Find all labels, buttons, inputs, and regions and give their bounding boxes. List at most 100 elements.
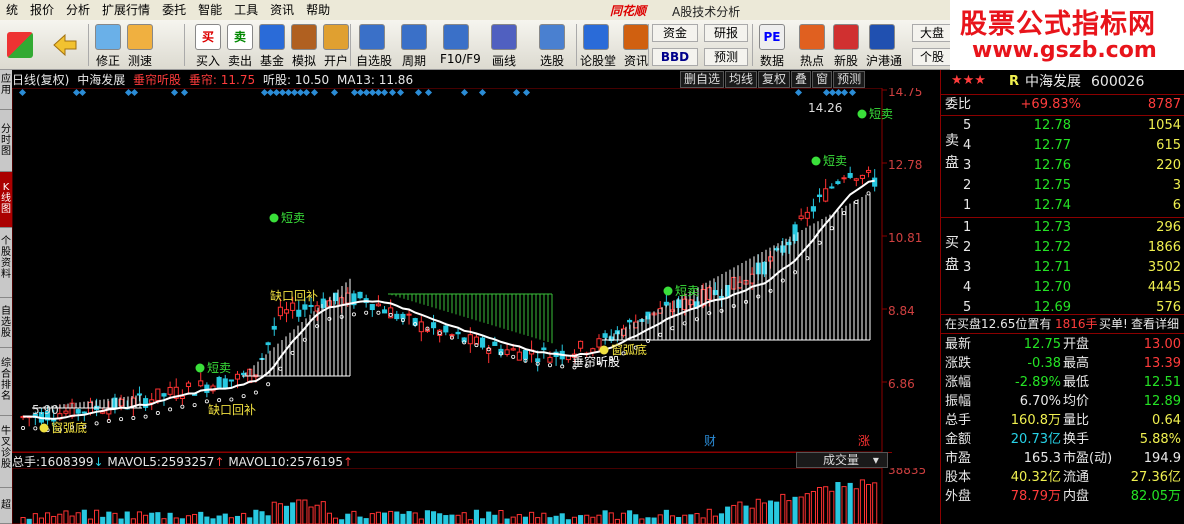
toolbar-button-label: 选股 <box>539 54 564 68</box>
candle-body <box>296 309 302 317</box>
stats-row: 市盈 165.3 市盈(动) 194.9 <box>941 449 1184 468</box>
toolbar-button-14[interactable]: PE 数据 <box>756 22 788 68</box>
order-book-row[interactable]: 3 12.76 220 <box>941 156 1184 176</box>
candle-body <box>706 287 712 300</box>
candle-body <box>302 304 308 310</box>
ipo-icon <box>833 24 859 50</box>
menu-item-help[interactable]: 帮助 <box>300 0 336 20</box>
menu-item-extended[interactable]: 扩展行情 <box>96 0 156 20</box>
tab-watchlist[interactable]: 自选股 <box>0 298 12 348</box>
toolbar-button-9[interactable]: F10/F9 <box>440 22 481 68</box>
order-book-row[interactable]: 2 12.75 3 <box>941 176 1184 196</box>
menu-item-quote[interactable]: 报价 <box>24 0 60 20</box>
toolbar-button-17[interactable]: 沪港通 <box>866 22 902 68</box>
volume-bar <box>743 505 749 524</box>
tab-stock-info[interactable]: 个股资料 <box>0 228 12 298</box>
webi-value: +69.83% <box>1020 97 1081 112</box>
order-lvl: 4 <box>963 280 972 295</box>
volume-bar <box>663 509 669 524</box>
stat-v1: 40.32亿 <box>1010 470 1061 485</box>
candle-body <box>645 311 651 320</box>
back-arrow-icon <box>52 32 78 58</box>
tab-apps[interactable]: 应用 <box>0 70 12 110</box>
volume-bar <box>578 515 584 524</box>
bbd-button[interactable]: BBD <box>652 48 698 66</box>
tab-super[interactable]: 超 <box>0 488 12 524</box>
indicator-name[interactable]: 垂帘听股 <box>133 73 181 87</box>
order-book-row[interactable]: 1 12.74 6 <box>941 196 1184 216</box>
order-book-row[interactable]: 1 12.73 296 <box>941 218 1184 238</box>
candle-body <box>510 348 516 351</box>
research-button[interactable]: 研报 <box>704 24 748 42</box>
volume-chart[interactable]: 38835 <box>12 468 940 524</box>
order-book-row[interactable]: 3 12.71 3502 <box>941 258 1184 278</box>
stat-l2: 最低 <box>1063 375 1090 390</box>
volume-bar <box>198 511 204 524</box>
forecast-button[interactable]: 预测 <box>704 48 748 66</box>
stats-row: 股本 40.32亿 流通 27.36亿 <box>941 468 1184 487</box>
back-button[interactable] <box>48 22 82 68</box>
tab-intraday[interactable]: 分时图 <box>0 110 12 172</box>
toolbar-button-4[interactable]: 基金 <box>256 22 288 68</box>
remove-watchlist-button[interactable]: 删自选 <box>680 71 725 88</box>
toolbar-button-8[interactable]: 周期 <box>398 22 430 68</box>
tab-kline[interactable]: K线图 <box>0 172 12 228</box>
predict-button[interactable]: 预测 <box>833 71 866 88</box>
toolbar-button-10[interactable]: 画线 <box>488 22 520 68</box>
mavol5-value: 2593257 <box>160 455 215 469</box>
volume-bar <box>461 512 467 524</box>
menu-item-news[interactable]: 资讯 <box>264 0 300 20</box>
rise-mark: 涨 <box>858 433 870 448</box>
toolbar-button-11[interactable]: 选股 <box>536 22 568 68</box>
menu-item-smart[interactable]: 智能 <box>192 0 228 20</box>
period-label[interactable]: 日线(复权) <box>12 73 69 87</box>
buy-icon: 买 <box>195 24 221 50</box>
toolbar-button-15[interactable]: 热点 <box>796 22 828 68</box>
tab-ranking[interactable]: 综合排名 <box>0 348 12 416</box>
kline-chart[interactable]: 14.7512.7810.818.846.86短卖短卖短卖短卖短卖窗弧底窗弧底缺… <box>12 88 940 452</box>
toolbar-button-3[interactable]: 卖卖出 <box>224 22 256 68</box>
adjust-button[interactable]: 复权 <box>758 71 791 88</box>
menu-item-trade[interactable]: 委托 <box>156 0 192 20</box>
stat-v1: 160.8万 <box>1010 413 1061 428</box>
volume-bar <box>94 509 100 524</box>
toolbar-button-7[interactable]: 自选股 <box>356 22 392 68</box>
candle-body <box>381 309 388 314</box>
menu-item-tools[interactable]: 工具 <box>228 0 264 20</box>
hot-icon <box>799 24 825 50</box>
overlay-button[interactable]: 叠 <box>791 71 812 88</box>
indicator-select[interactable]: 成交量 ▾ <box>796 452 888 468</box>
app-grid-button[interactable] <box>6 22 34 68</box>
toolbar-button-label: 数据 <box>759 54 784 68</box>
tab-diagnose[interactable]: 牛叉诊股 <box>0 416 12 488</box>
order-price: 12.75 <box>1033 178 1071 193</box>
fund-button[interactable]: 资金 <box>652 24 698 42</box>
brand-logo: 同花顺 <box>610 4 647 18</box>
volume-bar <box>700 517 706 524</box>
stat-l2: 最高 <box>1063 356 1090 371</box>
toolbar-button-0[interactable]: 修正 <box>92 22 124 68</box>
stock-button[interactable]: 个股 <box>912 48 952 66</box>
toolbar-button-2[interactable]: 买买入 <box>192 22 224 68</box>
ma-button[interactable]: 均线 <box>725 71 758 88</box>
toolbar-button-1[interactable]: 测速 <box>124 22 156 68</box>
volume-bar <box>345 513 351 524</box>
volume-bar <box>633 514 639 524</box>
menu-item-analysis[interactable]: 分析 <box>60 0 96 20</box>
detail-link[interactable]: 查看详细 <box>1131 314 1179 334</box>
watermark: 股票公式指标网 www.gszb.com <box>950 0 1184 70</box>
order-book-row[interactable]: 4 12.77 615 <box>941 136 1184 156</box>
toolbar-button-16[interactable]: 新股 <box>830 22 862 68</box>
toolbar-button-12[interactable]: 论股堂 <box>580 22 616 68</box>
order-book-row[interactable]: 2 12.72 1866 <box>941 238 1184 258</box>
market-button[interactable]: 大盘 <box>912 24 952 42</box>
volume-bar <box>253 509 259 524</box>
volume-bar <box>829 490 835 524</box>
order-book-row[interactable]: 5 12.78 1054 <box>941 116 1184 136</box>
order-book-row[interactable]: 4 12.70 4445 <box>941 278 1184 298</box>
toolbar-button-6[interactable]: 开户 <box>320 22 352 68</box>
toolbar-button-5[interactable]: 模拟 <box>288 22 320 68</box>
menu-item-system[interactable]: 统 <box>0 0 24 20</box>
window-button[interactable]: 窗 <box>812 71 833 88</box>
candle-body <box>516 351 522 361</box>
